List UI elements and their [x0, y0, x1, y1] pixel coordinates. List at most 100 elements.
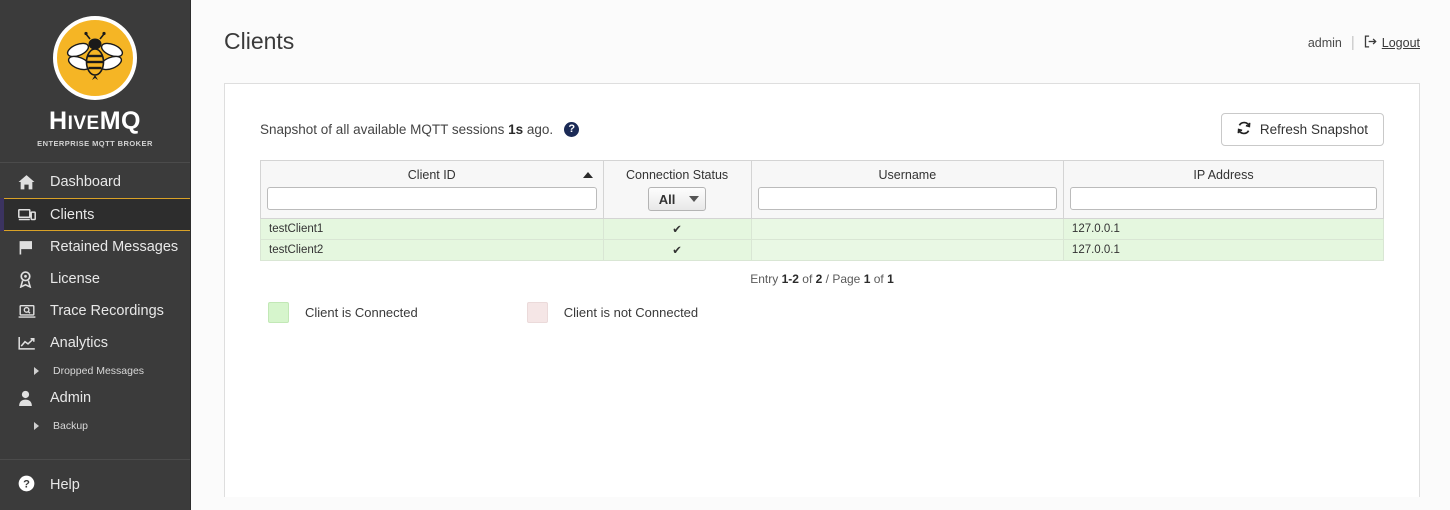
sidebar-item-label: Dashboard	[50, 174, 121, 190]
legend-swatch-disconnected	[526, 302, 548, 323]
cell-client-id: testClient2	[260, 239, 604, 261]
column-connection-status[interactable]: Connection Status All	[602, 160, 752, 219]
devices-icon	[18, 206, 42, 223]
laptop-search-icon	[18, 303, 42, 320]
cell-connection-status: ✔	[602, 218, 752, 240]
legend-label-connected: Client is Connected	[305, 305, 418, 320]
pagination-status: Entry 1-2 of 2 / Page 1 of 1	[750, 272, 894, 286]
sidebar-item-label: Trace Recordings	[50, 303, 164, 319]
legend-swatch-connected	[268, 302, 289, 323]
pagination-page-total: 1	[887, 272, 894, 286]
refresh-snapshot-label: Refresh Snapshot	[1259, 121, 1368, 137]
sidebar-item-label: Analytics	[50, 335, 109, 351]
sidebar-item-analytics[interactable]: Analytics	[0, 327, 190, 359]
clients-card: Snapshot of all available MQTT sessions …	[224, 83, 1420, 497]
snapshot-text: Snapshot of all available MQTT sessions …	[260, 121, 554, 137]
ip-address-filter-input[interactable]	[1069, 187, 1377, 210]
column-header-label: Client ID	[407, 168, 456, 182]
column-header-label-wrap: IP Address	[1064, 161, 1383, 187]
sidebar-item-label: License	[50, 271, 100, 287]
column-header-label-wrap: Client ID	[261, 161, 603, 187]
cell-ip-address: 127.0.0.1	[1062, 239, 1385, 261]
client-id-filter-input[interactable]	[267, 187, 597, 210]
cell-username	[750, 218, 1064, 240]
logout-button[interactable]: Logout	[1364, 34, 1420, 51]
sidebar-subitem-label: Dropped Messages	[53, 364, 145, 377]
filter-cell	[752, 187, 1063, 217]
sidebar: HIVEMQ ENTERPRISE MQTT BROKER Dashboard	[0, 0, 191, 510]
cell-client-id: testClient1	[260, 218, 604, 240]
column-header-label: Username	[878, 168, 937, 182]
status-legend: Client is Connected Client is not Connec…	[260, 286, 1384, 323]
filter-cell: All	[604, 187, 751, 218]
chart-line-icon	[18, 335, 42, 352]
flag-icon	[18, 239, 42, 256]
sidebar-item-trace-recordings[interactable]: Trace Recordings	[0, 295, 190, 327]
refresh-icon	[1237, 121, 1251, 138]
brand-logo: HIVEMQ ENTERPRISE MQTT BROKER	[0, 0, 190, 163]
sidebar-subitem-label: Backup	[53, 419, 89, 432]
top-bar: Clients admin | Logout	[191, 0, 1450, 83]
filter-cell	[261, 187, 603, 217]
clients-table: Client ID Connection Status All Username…	[260, 160, 1385, 261]
sort-ascending-icon[interactable]	[582, 172, 593, 178]
sidebar-item-license[interactable]: License	[0, 263, 190, 295]
sidebar-item-label: Help	[50, 477, 80, 493]
table-row[interactable]: testClient2 ✔ 127.0.0.1	[260, 239, 1385, 261]
logout-label: Logout	[1381, 35, 1420, 50]
current-user-label: admin	[1307, 35, 1342, 50]
sidebar-subitem-dropped-messages[interactable]: Dropped Messages	[0, 359, 190, 382]
column-username[interactable]: Username	[750, 160, 1064, 219]
connection-status-selected-value: All	[658, 191, 676, 207]
award-icon	[18, 270, 42, 288]
bee-logo-icon	[53, 16, 137, 100]
sidebar-item-label: Admin	[50, 390, 92, 406]
question-mark-icon[interactable]: ?	[564, 121, 580, 137]
table-row[interactable]: testClient1 ✔ 127.0.0.1	[260, 218, 1385, 240]
sidebar-item-clients[interactable]: Clients	[0, 198, 190, 231]
column-client-id[interactable]: Client ID	[260, 160, 604, 219]
legend-item-disconnected: Client is not Connected	[526, 302, 699, 323]
sidebar-item-help[interactable]: ? Help	[0, 460, 190, 510]
sidebar-item-retained-messages[interactable]: Retained Messages	[0, 231, 190, 263]
svg-text:?: ?	[23, 478, 30, 490]
brand-wordmark: HIVEMQ	[49, 107, 141, 135]
user-icon	[18, 390, 42, 407]
question-circle-icon: ?	[18, 475, 42, 496]
connection-status-select[interactable]: All	[647, 187, 707, 211]
main-content: Clients admin | Logout Snapshot of all a…	[191, 0, 1450, 510]
sidebar-nav: Dashboard Clients Retained Messages Lice…	[0, 163, 190, 437]
caret-right-icon	[34, 366, 39, 375]
sidebar-subitem-backup[interactable]: Backup	[0, 414, 190, 437]
user-divider: |	[1350, 34, 1355, 51]
clients-table-head: Client ID Connection Status All Username…	[260, 160, 1385, 219]
page-title: Clients	[224, 28, 295, 54]
username-filter-input[interactable]	[757, 187, 1057, 210]
sidebar-item-label: Clients	[50, 206, 95, 223]
sidebar-item-admin[interactable]: Admin	[0, 382, 190, 414]
app-root: HIVEMQ ENTERPRISE MQTT BROKER Dashboard	[0, 0, 1450, 510]
column-header-label: IP Address	[1193, 168, 1254, 182]
clients-table-body: testClient1 ✔ 127.0.0.1 testClient2 ✔ 12…	[260, 218, 1385, 261]
column-ip-address[interactable]: IP Address	[1062, 160, 1385, 219]
snapshot-row: Snapshot of all available MQTT sessions …	[260, 112, 1384, 146]
cell-ip-address: 127.0.0.1	[1062, 218, 1385, 240]
chevron-down-icon	[689, 196, 700, 202]
legend-label-disconnected: Client is not Connected	[563, 305, 699, 320]
column-header-label: Connection Status	[626, 168, 729, 182]
pagination-entry-range: 1-2	[781, 272, 799, 286]
table-header-row: Client ID Connection Status All Username…	[260, 160, 1385, 219]
cell-username	[750, 239, 1064, 261]
caret-right-icon	[34, 421, 39, 430]
legend-item-connected: Client is Connected	[268, 302, 418, 323]
snapshot-elapsed: 1s	[508, 121, 524, 137]
column-header-label-wrap: Username	[752, 161, 1063, 187]
filter-cell	[1064, 187, 1383, 217]
column-header-label-wrap: Connection Status	[604, 161, 751, 187]
home-icon	[18, 174, 42, 191]
sidebar-item-dashboard[interactable]: Dashboard	[0, 166, 190, 198]
user-area: admin | Logout	[1308, 32, 1420, 51]
brand-tagline: ENTERPRISE MQTT BROKER	[37, 139, 153, 148]
refresh-snapshot-button[interactable]: Refresh Snapshot	[1220, 112, 1384, 146]
